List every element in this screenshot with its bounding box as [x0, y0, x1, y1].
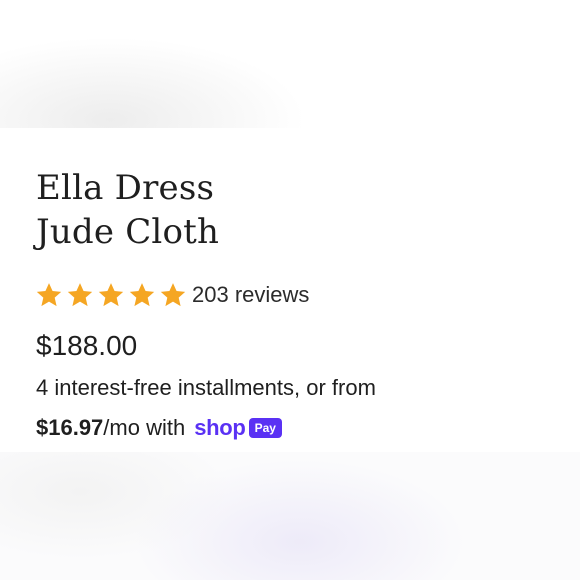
- monthly-amount: $16.97: [36, 415, 104, 440]
- product-rating[interactable]: 203 reviews: [35, 280, 309, 310]
- shop-pay-logo-shop: shop: [194, 415, 246, 440]
- star-icon: [35, 281, 63, 309]
- blurred-background-bottom: [0, 452, 580, 580]
- product-price: $188.00: [36, 330, 138, 361]
- reviews-link[interactable]: 203 reviews: [192, 281, 309, 309]
- product-title-line1: Ella Dress: [36, 168, 215, 208]
- shop-pay-installments[interactable]: $16.97 /mo with shop Pay: [36, 414, 282, 442]
- star-icon: [159, 281, 187, 309]
- shop-pay-logo-pay-badge: Pay: [248, 418, 282, 438]
- blurred-background-top: [0, 0, 580, 128]
- installments-text: 4 interest-free installments, or from: [36, 375, 376, 400]
- page: Ella Dress Jude Cloth 203 reviews $188.0…: [0, 0, 580, 580]
- star-icon: [66, 281, 94, 309]
- product-title-line2: Jude Cloth: [36, 212, 220, 252]
- star-rating: [35, 281, 190, 309]
- star-icon: [128, 281, 156, 309]
- product-title: Ella Dress Jude Cloth: [36, 166, 219, 254]
- product-info-card: Ella Dress Jude Cloth 203 reviews $188.0…: [0, 128, 580, 452]
- per-month-text: /mo with: [103, 415, 186, 440]
- star-icon: [97, 281, 125, 309]
